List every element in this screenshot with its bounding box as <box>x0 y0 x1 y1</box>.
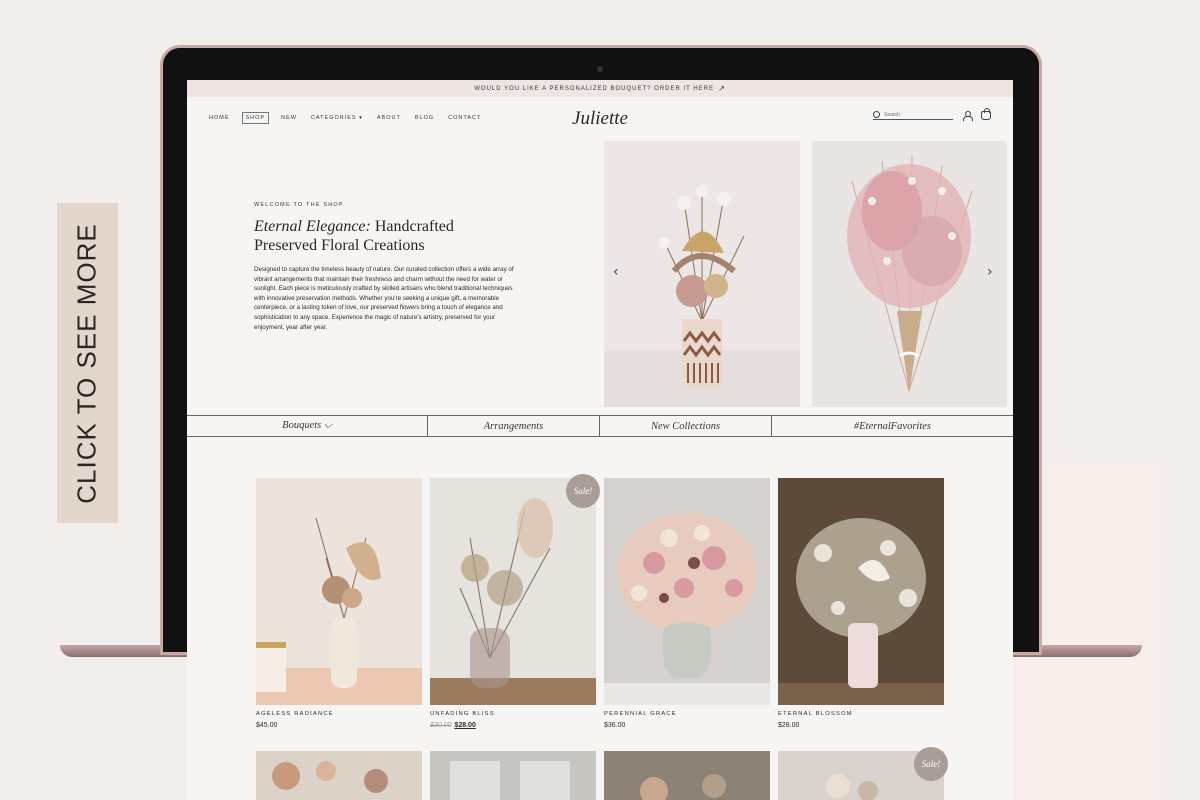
product-card[interactable]: Sale! UNFADING BLISS $30.00 $28.00 <box>430 474 600 729</box>
main-nav: HOME SHOP NEW CATEGORIES ▾ ABOUT BLOG CO… <box>187 97 1013 139</box>
nav-contact[interactable]: CONTACT <box>446 112 483 124</box>
nav-home[interactable]: HOME <box>207 112 232 124</box>
nav-shop[interactable]: SHOP <box>241 112 270 124</box>
product-name[interactable]: ETERNAL BLOSSOM <box>778 711 944 717</box>
product-current-price: $28.00 <box>778 722 800 729</box>
product-card[interactable]: PERENNIAL GRACE $36.00 <box>604 478 770 729</box>
sale-badge: Sale! <box>914 747 948 781</box>
product-card[interactable]: ETERNAL BLOSSOM $28.00 <box>778 478 944 729</box>
hero-title: Eternal Elegance: Handcrafted Preserved … <box>254 217 516 255</box>
product-current-price: $28.00 <box>454 722 476 729</box>
carousel-next-button[interactable]: › <box>987 264 993 280</box>
laptop-camera <box>597 66 603 72</box>
hero-image-vase-arrangement <box>604 141 800 407</box>
product-image[interactable] <box>256 478 422 705</box>
nav-new[interactable]: NEW <box>279 112 299 124</box>
product-card[interactable]: Sale! <box>778 747 948 800</box>
product-card[interactable] <box>256 751 422 800</box>
product-current-price: $36.00 <box>604 722 626 729</box>
product-image[interactable] <box>778 478 944 705</box>
product-card[interactable] <box>430 751 596 800</box>
product-grid: AGELESS RADIANCE $45.00 Sale! UNFADING B… <box>256 474 956 729</box>
search-placeholder: Search <box>884 111 900 118</box>
category-eternal-favorites[interactable]: #EternalFavorites <box>772 416 1013 436</box>
nav-about[interactable]: ABOUT <box>375 112 403 124</box>
announcement-bar[interactable]: WOULD YOU LIKE A PERSONALIZED BOUQUET? O… <box>187 80 1013 97</box>
website-screen: WOULD YOU LIKE A PERSONALIZED BOUQUET? O… <box>187 80 1013 800</box>
user-icon[interactable] <box>963 111 973 121</box>
shopping-bag-icon[interactable] <box>981 108 991 120</box>
hero-title-italic: Eternal Elegance: <box>254 218 371 235</box>
nav-categories[interactable]: CATEGORIES ▾ <box>309 112 365 124</box>
product-price: $36.00 <box>604 722 770 729</box>
product-current-price: $45.00 <box>256 722 278 729</box>
product-image[interactable] <box>256 751 422 800</box>
product-price: $30.00 $28.00 <box>430 722 596 729</box>
nav-blog[interactable]: BLOG <box>413 112 436 124</box>
product-name[interactable]: AGELESS RADIANCE <box>256 711 422 717</box>
site-logo[interactable]: Juliette <box>572 108 628 130</box>
search-icon <box>873 111 880 118</box>
carousel-prev-button[interactable]: ‹ <box>613 264 619 280</box>
category-bouquets[interactable]: Bouquets ⌵ <box>187 416 428 436</box>
product-price: $28.00 <box>778 722 944 729</box>
hero-image-pink-bouquet <box>812 141 1007 407</box>
announcement-text: WOULD YOU LIKE A PERSONALIZED BOUQUET? O… <box>474 85 715 92</box>
category-new-collections[interactable]: New Collections <box>600 416 772 436</box>
product-image[interactable] <box>430 478 596 705</box>
product-name[interactable]: PERENNIAL GRACE <box>604 711 770 717</box>
product-image[interactable] <box>604 478 770 705</box>
product-card[interactable]: AGELESS RADIANCE $45.00 <box>256 478 422 729</box>
product-image[interactable] <box>604 751 770 800</box>
category-arrangements[interactable]: Arrangements <box>428 416 600 436</box>
product-name[interactable]: UNFADING BLISS <box>430 711 596 717</box>
product-grid-row-2: Sale! <box>256 747 956 800</box>
product-old-price: $30.00 <box>430 722 452 729</box>
product-image[interactable] <box>430 751 596 800</box>
hero-description: Designed to capture the timeless beauty … <box>254 266 514 331</box>
side-tab-label: CLICK TO SEE MORE <box>72 222 103 504</box>
product-card[interactable] <box>604 751 770 800</box>
hero-section: WELCOME TO THE SHOP Eternal Elegance: Ha… <box>187 139 1013 415</box>
arrow-up-right-icon: ↗ <box>718 84 726 93</box>
hero-eyebrow: WELCOME TO THE SHOP <box>254 202 344 208</box>
search-input[interactable]: Search <box>873 111 953 120</box>
category-bar: Bouquets ⌵ Arrangements New Collections … <box>187 415 1013 437</box>
click-to-see-more-tab[interactable]: CLICK TO SEE MORE <box>57 203 118 523</box>
sale-badge: Sale! <box>566 474 600 508</box>
product-price: $45.00 <box>256 722 422 729</box>
